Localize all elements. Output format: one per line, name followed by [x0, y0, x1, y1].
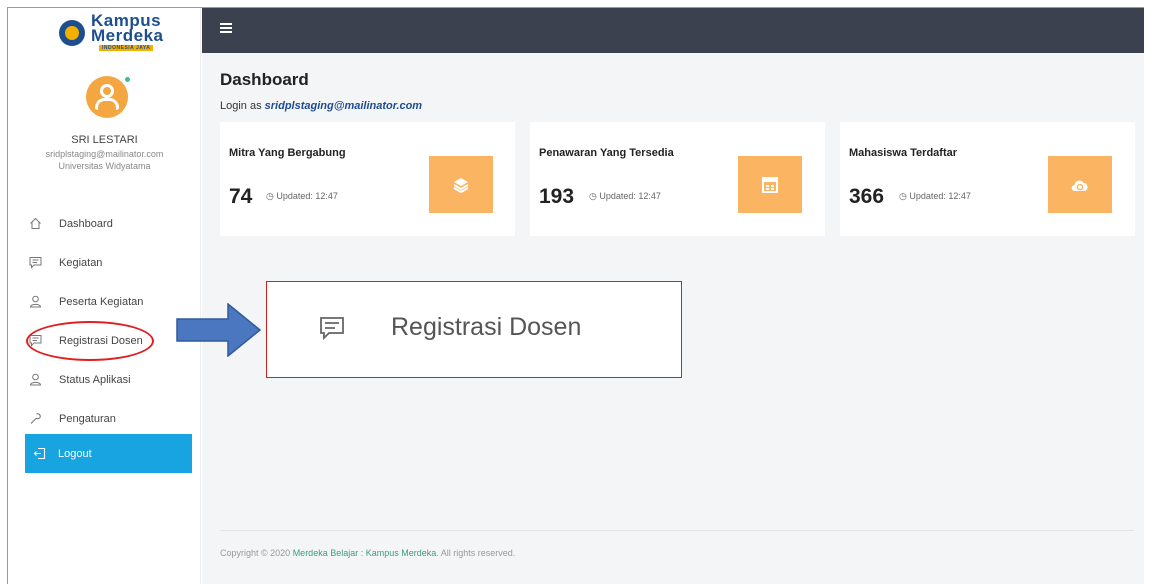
registrasi-dosen-callout: Registrasi Dosen [266, 281, 682, 378]
user-university: Universitas Widyatama [58, 161, 151, 171]
sidebar-item-label: Dashboard [59, 217, 113, 230]
login-prefix: Login as [220, 100, 262, 112]
sidebar-item-kegiatan[interactable]: Kegiatan [8, 243, 201, 282]
card-updated: ◷ Updated: 12:47 [899, 191, 971, 202]
card-title: Penawaran Yang Tersedia [539, 147, 674, 159]
online-status-indicator [124, 76, 131, 83]
sidebar: Kampus Merdeka INDONESIA JAYA SRI LESTAR… [8, 8, 201, 584]
message-icon [29, 256, 42, 269]
message-icon [319, 315, 345, 341]
copyright: Copyright © 2020 Merdeka Belajar : Kampu… [220, 548, 515, 558]
stat-card-mitra: Mitra Yang Bergabung 74 ◷ Updated: 12:47 [220, 122, 515, 236]
card-updated-text: Updated: 12:47 [909, 191, 971, 201]
card-updated-text: Updated: 12:47 [276, 191, 338, 201]
footer-divider [220, 530, 1134, 531]
logo-line-2: Merdeka [91, 26, 164, 45]
layers-icon [429, 156, 493, 213]
wrench-icon [29, 412, 42, 425]
sidebar-item-pengaturan[interactable]: Pengaturan [8, 399, 201, 438]
sidebar-item-peserta-kegiatan[interactable]: Peserta Kegiatan [8, 282, 201, 321]
sidebar-item-label: Kegiatan [59, 256, 103, 269]
sidebar-item-label: Peserta Kegiatan [59, 295, 144, 308]
card-value: 193 [539, 185, 575, 208]
clock-icon: ◷ [589, 191, 600, 201]
logout-icon [33, 447, 46, 460]
sidebar-item-label: Status Aplikasi [59, 373, 131, 386]
card-value: 366 [849, 185, 885, 208]
callout-label: Registrasi Dosen [391, 313, 582, 341]
login-info: Login as sridplstaging@mailinator.com [220, 100, 422, 112]
logout-label: Logout [58, 447, 92, 460]
card-updated-text: Updated: 12:47 [599, 191, 661, 201]
login-email: sridplstaging@mailinator.com [264, 100, 423, 112]
clock-icon: ◷ [266, 191, 277, 201]
sidebar-item-dashboard[interactable]: Dashboard [8, 204, 201, 243]
card-title: Mitra Yang Bergabung [229, 147, 346, 159]
logout-button[interactable]: Logout [25, 434, 192, 473]
copyright-prefix: Copyright © 2020 [220, 548, 291, 558]
home-icon [29, 217, 42, 230]
top-navbar [202, 8, 1144, 53]
user-icon [29, 373, 42, 386]
card-updated: ◷ Updated: 12:47 [266, 191, 338, 202]
card-updated: ◷ Updated: 12:47 [589, 191, 661, 202]
logo-tagline: INDONESIA JAYA [99, 45, 154, 51]
clock-icon: ◷ [899, 191, 910, 201]
calendar-icon [738, 156, 802, 213]
hamburger-menu-icon[interactable] [220, 23, 232, 33]
avatar[interactable] [86, 76, 131, 118]
footer-link[interactable]: Merdeka Belajar : Kampus Merdeka [293, 548, 437, 558]
avatar-head-icon [100, 84, 114, 98]
kampus-merdeka-logo[interactable]: Kampus Merdeka INDONESIA JAYA [51, 12, 181, 52]
copyright-suffix: . All rights reserved. [436, 548, 516, 558]
card-title: Mahasiswa Terdaftar [849, 147, 958, 159]
user-icon [29, 295, 42, 308]
logo-emblem-icon [59, 20, 85, 46]
stat-card-mahasiswa: Mahasiswa Terdaftar 366 ◷ Updated: 12:47 [840, 122, 1135, 236]
sidebar-item-status-aplikasi[interactable]: Status Aplikasi [8, 360, 201, 399]
user-name: SRI LESTARI [71, 134, 138, 146]
highlight-oval [26, 321, 154, 361]
avatar-body-icon [95, 98, 119, 110]
stat-card-penawaran: Penawaran Yang Tersedia 193 ◷ Updated: 1… [530, 122, 825, 236]
user-email: sridplstaging@mailinator.com [45, 149, 164, 159]
cloud-sync-icon [1048, 156, 1112, 213]
page-title: Dashboard [220, 70, 309, 89]
sidebar-item-label: Pengaturan [59, 412, 116, 425]
annotation-arrow-icon [176, 303, 262, 357]
card-value: 74 [229, 185, 253, 208]
